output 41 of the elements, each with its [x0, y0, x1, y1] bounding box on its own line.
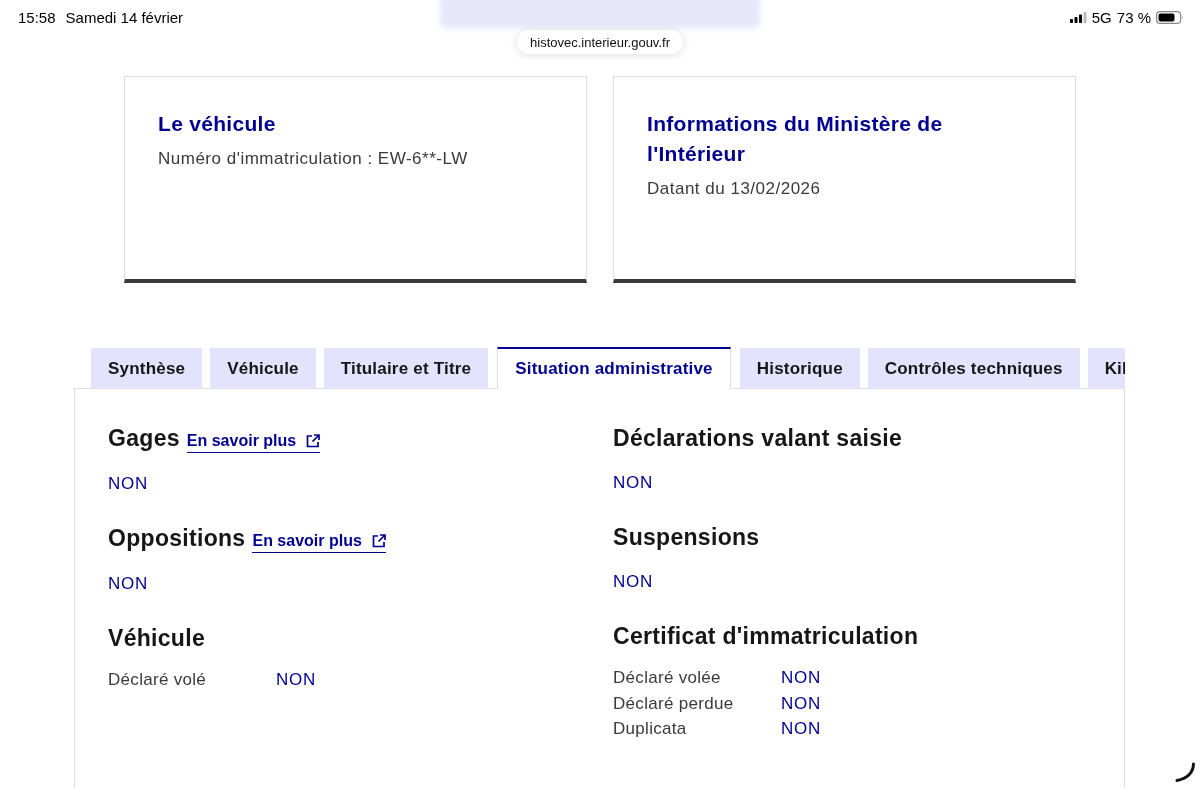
- section-heading: Suspensions: [613, 523, 760, 551]
- network-label: 5G: [1091, 8, 1112, 26]
- section-heading: Certificat d'immatriculation: [613, 622, 919, 650]
- status-value: NON: [108, 573, 149, 595]
- status-value: NON: [108, 473, 149, 495]
- status-value: NON: [276, 669, 317, 691]
- status-time: 15:58: [18, 8, 56, 26]
- field-label: Déclaré volée: [613, 667, 722, 689]
- external-link-icon: [371, 534, 386, 548]
- battery-percent: 73 %: [1116, 8, 1151, 26]
- status-value: NON: [781, 718, 822, 740]
- status-date: Samedi 14 février: [65, 8, 184, 26]
- tab[interactable]: Kil: [1087, 348, 1125, 389]
- tab[interactable]: Titulaire et Titre: [323, 348, 489, 389]
- card-title: Informations du Ministère de l'Intérieur: [647, 111, 944, 167]
- tab[interactable]: Situation administrative: [497, 347, 731, 389]
- loading-arc-icon: [1175, 762, 1196, 782]
- external-link-icon: [306, 434, 321, 448]
- battery-icon: [1156, 10, 1184, 24]
- field-label: Déclaré volé: [108, 669, 208, 691]
- learn-more-link[interactable]: En savoir plus: [186, 432, 321, 453]
- section-heading: Oppositions: [108, 524, 246, 552]
- section-heading: Déclarations valant saisie: [613, 424, 903, 452]
- status-value: NON: [613, 472, 654, 494]
- signal-icon: [1069, 11, 1087, 23]
- address-bar[interactable]: histovec.interieur.gouv.fr: [517, 30, 683, 54]
- status-value: NON: [781, 667, 822, 689]
- status-value: NON: [613, 571, 654, 593]
- section-heading: Gages: [108, 424, 180, 452]
- tab[interactable]: Historique: [739, 348, 860, 389]
- card-title: Le véhicule: [158, 111, 277, 137]
- field-label: Déclaré perdue: [613, 692, 735, 715]
- card-text: Numéro d'immatriculation : EW-6**-LW: [158, 148, 469, 170]
- section-heading: Véhicule: [108, 624, 205, 652]
- field-label: Duplicata: [613, 718, 688, 740]
- status-value: NON: [781, 692, 822, 715]
- tab[interactable]: Véhicule: [210, 348, 316, 389]
- card-text: Datant du 13/02/2026: [647, 178, 822, 200]
- learn-more-link[interactable]: En savoir plus: [252, 532, 386, 553]
- tab[interactable]: Synthèse: [91, 348, 203, 389]
- tab[interactable]: Contrôles techniques: [867, 348, 1080, 389]
